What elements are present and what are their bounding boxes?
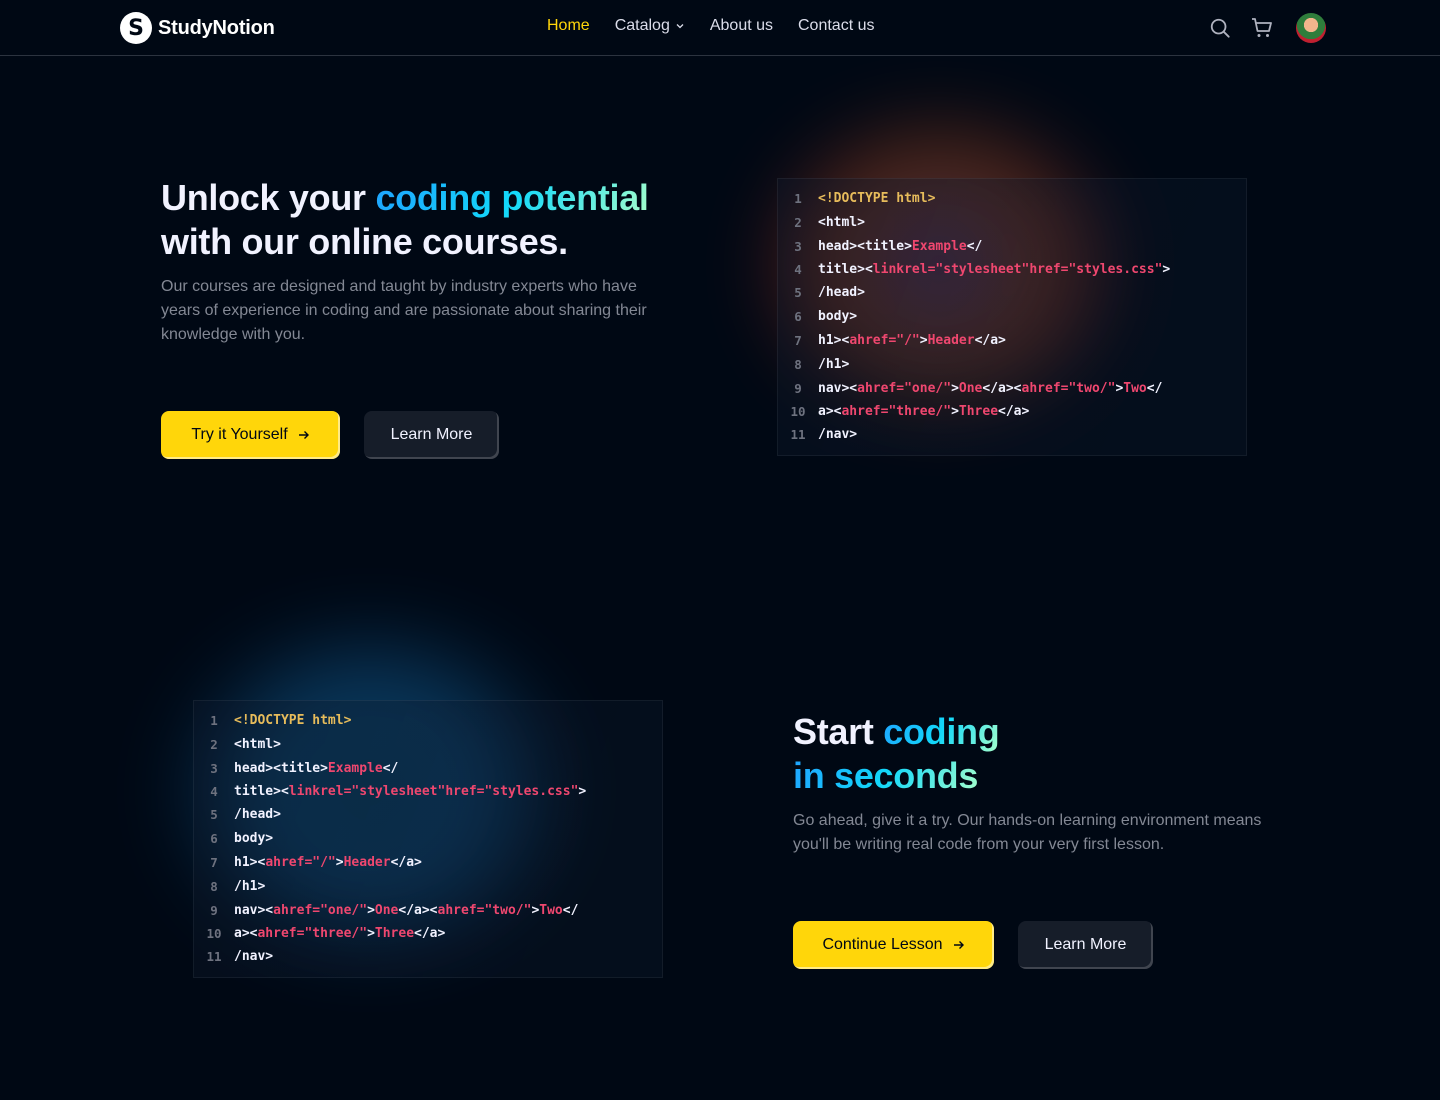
line-number: 11: [206, 949, 222, 964]
avatar[interactable]: [1296, 13, 1326, 43]
chevron-down-icon: [676, 24, 684, 29]
code-line: <!DOCTYPE html>: [818, 191, 936, 206]
code-line: /h1>: [234, 879, 266, 894]
code-line: <html>: [818, 215, 865, 230]
button-label: Try it Yourself: [191, 426, 288, 443]
logo-mark-icon: S: [120, 12, 152, 44]
learn-more-button[interactable]: Learn More: [364, 411, 499, 459]
line-number: 6: [794, 309, 802, 324]
code-line: body>: [234, 831, 274, 846]
line-number: 7: [794, 333, 802, 348]
line-number: 4: [794, 262, 802, 277]
nav-link-home[interactable]: Home: [547, 17, 590, 35]
nav-actions: [1208, 13, 1326, 43]
line-number: 9: [794, 381, 802, 396]
arrow-right-icon: [953, 941, 964, 949]
heading-text: with our online courses.: [161, 221, 568, 262]
navbar: S StudyNotion Home Catalog About us Cont…: [0, 0, 1440, 56]
nav-link-label: About us: [709, 17, 773, 34]
hero-heading: Unlock your coding potential with our on…: [161, 176, 681, 264]
heading-text: Unlock your: [161, 177, 376, 218]
nav-link-catalog[interactable]: Catalog: [615, 17, 685, 35]
code-line: /head>: [234, 807, 281, 822]
heading-highlight: coding: [883, 711, 1000, 752]
hero-subheading: Our courses are designed and taught by i…: [161, 278, 647, 343]
line-number: 6: [210, 831, 218, 846]
try-it-yourself-button[interactable]: Try it Yourself: [161, 411, 340, 459]
line-number: 5: [794, 285, 802, 300]
learn-more-button[interactable]: Learn More: [1018, 921, 1153, 969]
continue-lesson-button[interactable]: Continue Lesson: [793, 921, 994, 969]
code-line: a><ahref="three/">Three</a>: [234, 926, 446, 941]
search-icon: [1210, 18, 1230, 38]
code-line: title><linkrel="stylesheet"href="styles.…: [234, 784, 587, 799]
nav-link-label: Contact us: [798, 17, 875, 34]
code-lines: <!DOCTYPE html> <html> head><title>Example…: [818, 187, 1246, 455]
line-number: 1: [794, 191, 802, 206]
heading-highlight: in seconds: [793, 755, 979, 796]
line-number: 2: [210, 737, 218, 752]
code-line: /nav>: [234, 949, 274, 964]
code-line: nav><ahref="one/">One</a><ahref="two/">T…: [818, 381, 1163, 396]
code-line: h1><ahref="/">Header</a>: [818, 333, 1006, 348]
code-block: 1 2 3 4 5 6 7 8 9 10 11 <!DOCTYPE html> <…: [193, 700, 663, 978]
search-button[interactable]: [1208, 16, 1232, 40]
button-label: Continue Lesson: [822, 936, 943, 953]
line-number: 8: [210, 879, 218, 894]
line-number: 3: [794, 239, 802, 254]
code-line: /nav>: [818, 427, 858, 442]
code-line: head><title>Example</: [234, 761, 399, 776]
heading-highlight: coding potential: [375, 177, 649, 218]
cart-icon: [1252, 18, 1272, 37]
nav-link-label: Home: [547, 17, 590, 34]
code-line: /h1>: [818, 357, 850, 372]
logo[interactable]: S StudyNotion: [120, 12, 275, 44]
nav-link-contact[interactable]: Contact us: [798, 17, 874, 35]
line-number: 3: [210, 761, 218, 776]
heading-text: Start: [793, 711, 884, 752]
nav-links: Home Catalog About us Contact us: [547, 17, 874, 35]
code-line: nav><ahref="one/">One</a><ahref="two/">T…: [234, 903, 579, 918]
line-number: 9: [210, 903, 218, 918]
code-line: head><title>Example</: [818, 239, 983, 254]
coding-subheading: Go ahead, give it a try. Our hands-on le…: [793, 812, 1262, 853]
code-line: /head>: [818, 285, 865, 300]
line-number: 7: [210, 855, 218, 870]
line-number: 1: [210, 713, 218, 728]
line-number: 10: [206, 926, 222, 941]
code-line: title><linkrel="stylesheet"href="styles.…: [818, 262, 1171, 277]
code-lines: <!DOCTYPE html> <html> head><title>Example…: [234, 709, 662, 977]
nav-link-about[interactable]: About us: [710, 17, 773, 35]
button-label: Learn More: [390, 426, 473, 443]
line-numbers: 1 2 3 4 5 6 7 8 9 10 11: [194, 709, 234, 977]
code-line: body>: [818, 309, 858, 324]
line-number: 8: [794, 357, 802, 372]
code-block: 1 2 3 4 5 6 7 8 9 10 11 <!DOCTYPE html> <…: [777, 178, 1247, 456]
code-line: h1><ahref="/">Header</a>: [234, 855, 422, 870]
nav-link-label: Catalog: [614, 17, 670, 34]
coding-heading: Start coding in seconds: [793, 710, 1273, 798]
line-number: 4: [210, 784, 218, 799]
line-number: 10: [790, 404, 806, 419]
line-number: 11: [790, 427, 806, 442]
code-line: <html>: [234, 737, 281, 752]
code-line: <!DOCTYPE html>: [234, 713, 352, 728]
cart-button[interactable]: [1250, 16, 1274, 40]
button-label: Learn More: [1044, 936, 1127, 953]
code-line: a><ahref="three/">Three</a>: [818, 404, 1030, 419]
brand-name: StudyNotion: [158, 16, 275, 39]
line-numbers: 1 2 3 4 5 6 7 8 9 10 11: [778, 187, 818, 455]
line-number: 2: [794, 215, 802, 230]
arrow-right-icon: [298, 431, 309, 439]
line-number: 5: [210, 807, 218, 822]
